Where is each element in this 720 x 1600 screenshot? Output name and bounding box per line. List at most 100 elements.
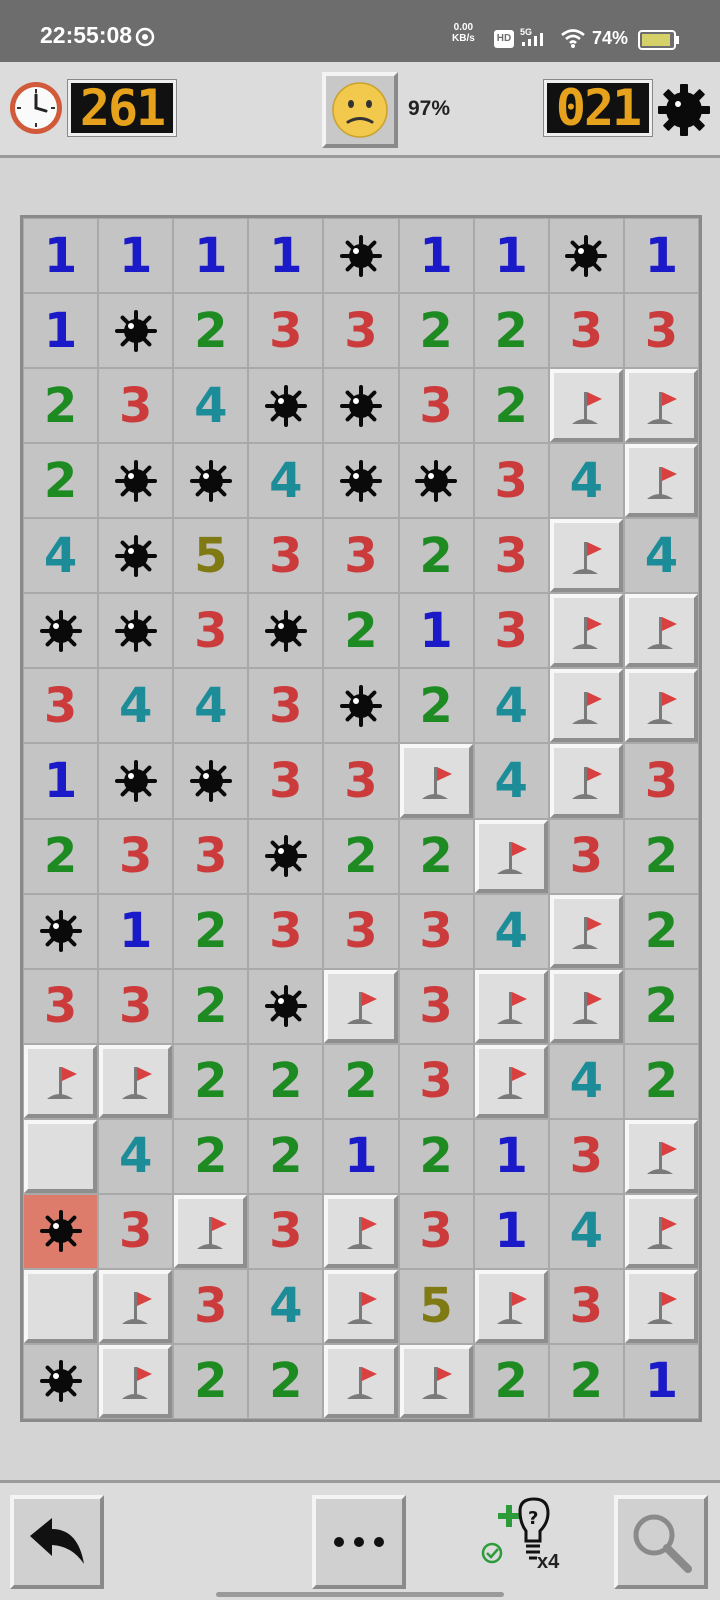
flagged-cell[interactable] [474,1044,548,1118]
flagged-cell[interactable] [174,1194,248,1268]
mine-cell[interactable] [324,369,398,443]
flagged-cell[interactable] [474,1269,548,1343]
flagged-cell[interactable] [324,1344,398,1418]
number-cell[interactable]: 1 [474,219,548,293]
number-cell[interactable]: 3 [324,519,398,593]
number-cell[interactable]: 2 [174,894,248,968]
number-cell[interactable]: 3 [399,1194,473,1268]
number-cell[interactable]: 4 [549,1044,623,1118]
mine-cell[interactable] [174,744,248,818]
number-cell[interactable]: 2 [174,1044,248,1118]
number-cell[interactable]: 1 [24,294,98,368]
flagged-cell[interactable] [474,819,548,893]
mine-cell[interactable] [249,969,323,1043]
mine-cell[interactable] [99,444,173,518]
mine-cell[interactable] [99,519,173,593]
number-cell[interactable]: 3 [549,1269,623,1343]
number-cell[interactable]: 2 [174,969,248,1043]
mine-cell[interactable] [324,219,398,293]
number-cell[interactable]: 2 [324,1044,398,1118]
mine-cell[interactable] [174,444,248,518]
flagged-cell[interactable] [99,1044,173,1118]
undo-button[interactable] [10,1495,104,1589]
flagged-cell[interactable] [624,669,698,743]
mine-cell[interactable] [549,219,623,293]
mine-cell[interactable] [324,444,398,518]
number-cell[interactable]: 2 [474,369,548,443]
number-cell[interactable]: 2 [399,1119,473,1193]
number-cell[interactable]: 2 [24,444,98,518]
number-cell[interactable]: 3 [99,819,173,893]
number-cell[interactable]: 4 [99,1119,173,1193]
flagged-cell[interactable] [99,1344,173,1418]
number-cell[interactable]: 1 [399,219,473,293]
number-cell[interactable]: 2 [474,1344,548,1418]
flagged-cell[interactable] [624,1194,698,1268]
number-cell[interactable]: 2 [249,1044,323,1118]
flagged-cell[interactable] [624,594,698,668]
flagged-cell[interactable] [549,669,623,743]
number-cell[interactable]: 1 [324,1119,398,1193]
number-cell[interactable]: 4 [174,369,248,443]
number-cell[interactable]: 3 [24,969,98,1043]
number-cell[interactable]: 1 [399,594,473,668]
number-cell[interactable]: 3 [99,1194,173,1268]
number-cell[interactable]: 1 [174,219,248,293]
number-cell[interactable]: 2 [249,1344,323,1418]
number-cell[interactable]: 4 [549,444,623,518]
number-cell[interactable]: 1 [474,1119,548,1193]
flagged-cell[interactable] [324,1269,398,1343]
number-cell[interactable]: 3 [249,669,323,743]
number-cell[interactable]: 3 [324,294,398,368]
number-cell[interactable]: 1 [249,219,323,293]
mine-cell[interactable] [24,594,98,668]
mine-cell[interactable] [249,819,323,893]
number-cell[interactable]: 1 [24,744,98,818]
number-cell[interactable]: 3 [549,819,623,893]
number-cell[interactable]: 3 [174,594,248,668]
number-cell[interactable]: 3 [249,294,323,368]
flagged-cell[interactable] [399,1344,473,1418]
flagged-cell[interactable] [324,969,398,1043]
flagged-cell[interactable] [99,1269,173,1343]
mine-cell[interactable] [249,594,323,668]
mine-cell[interactable] [24,894,98,968]
flagged-cell[interactable] [549,969,623,1043]
flagged-cell[interactable] [624,1119,698,1193]
number-cell[interactable]: 4 [174,669,248,743]
number-cell[interactable]: 2 [624,969,698,1043]
mine-cell[interactable] [249,369,323,443]
number-cell[interactable]: 4 [249,444,323,518]
mine-cell[interactable] [99,744,173,818]
number-cell[interactable]: 1 [624,219,698,293]
unopened-cell[interactable] [24,1119,98,1193]
number-cell[interactable]: 3 [249,894,323,968]
number-cell[interactable]: 3 [474,594,548,668]
number-cell[interactable]: 2 [24,369,98,443]
number-cell[interactable]: 3 [99,369,173,443]
number-cell[interactable]: 3 [399,369,473,443]
mine-cell[interactable] [324,669,398,743]
more-button[interactable] [312,1495,406,1589]
number-cell[interactable]: 4 [474,669,548,743]
number-cell[interactable]: 2 [624,894,698,968]
number-cell[interactable]: 4 [249,1269,323,1343]
number-cell[interactable]: 4 [99,669,173,743]
number-cell[interactable]: 2 [24,819,98,893]
flagged-cell[interactable] [24,1044,98,1118]
number-cell[interactable]: 2 [474,294,548,368]
number-cell[interactable]: 1 [99,894,173,968]
number-cell[interactable]: 3 [24,669,98,743]
number-cell[interactable]: 3 [549,294,623,368]
number-cell[interactable]: 3 [399,969,473,1043]
number-cell[interactable]: 3 [99,969,173,1043]
number-cell[interactable]: 3 [549,1119,623,1193]
home-indicator[interactable] [216,1592,504,1597]
number-cell[interactable]: 3 [249,744,323,818]
number-cell[interactable]: 1 [99,219,173,293]
number-cell[interactable]: 4 [624,519,698,593]
reset-face-button[interactable] [322,72,398,148]
flagged-cell[interactable] [549,594,623,668]
number-cell[interactable]: 5 [399,1269,473,1343]
flagged-cell[interactable] [324,1194,398,1268]
